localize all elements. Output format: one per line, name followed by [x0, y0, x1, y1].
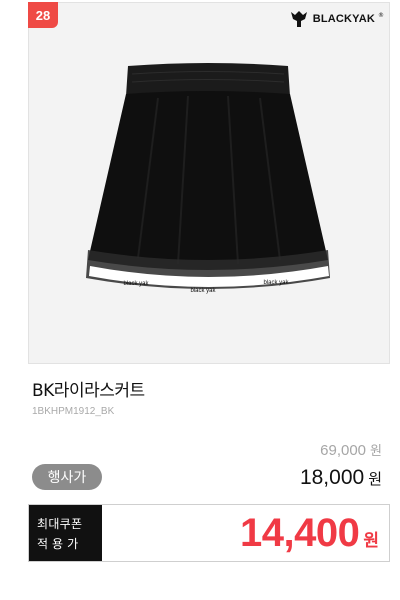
- product-code: 1BKHPM1912_BK: [32, 406, 115, 417]
- hem-tape-text: black yak: [263, 280, 289, 286]
- coupon-price-value: 14,400: [240, 511, 360, 555]
- coupon-label-line2: 적용가: [37, 537, 83, 551]
- hem-tape-text: black yak: [190, 288, 216, 294]
- original-price-unit: 원: [370, 444, 382, 459]
- coupon-label: 최대쿠폰 적용가: [29, 505, 102, 561]
- sale-price: 18,000 원: [300, 466, 382, 490]
- sale-price-unit: 원: [368, 470, 382, 488]
- product-name[interactable]: BK라이라스커트: [32, 376, 145, 401]
- sale-price-value: 18,000: [299, 466, 365, 489]
- original-price-value: 69,000: [320, 442, 367, 459]
- brand-registered-mark: ®: [378, 11, 384, 19]
- event-price-badge: 행사가: [32, 464, 102, 490]
- skirt-body: [88, 91, 328, 270]
- product-image[interactable]: black yak black yak black yak: [28, 2, 390, 364]
- brand-logo: BLACKYAK ®: [288, 6, 384, 32]
- coupon-price-box: 최대쿠폰 적용가 14,400 원: [28, 504, 390, 562]
- rank-badge: 28: [28, 2, 58, 28]
- brand-name: BLACKYAK: [312, 13, 375, 25]
- coupon-price: 14,400 원: [240, 511, 379, 556]
- yak-logo-icon: [290, 11, 307, 27]
- original-price: 69,000 원: [320, 440, 382, 459]
- coupon-price-unit: 원: [363, 531, 379, 551]
- coupon-label-line1: 최대쿠폰: [37, 517, 83, 531]
- hem-tape-text: black yak: [123, 281, 149, 287]
- product-card[interactable]: black yak black yak black yak 28 BLACKYA…: [0, 0, 400, 600]
